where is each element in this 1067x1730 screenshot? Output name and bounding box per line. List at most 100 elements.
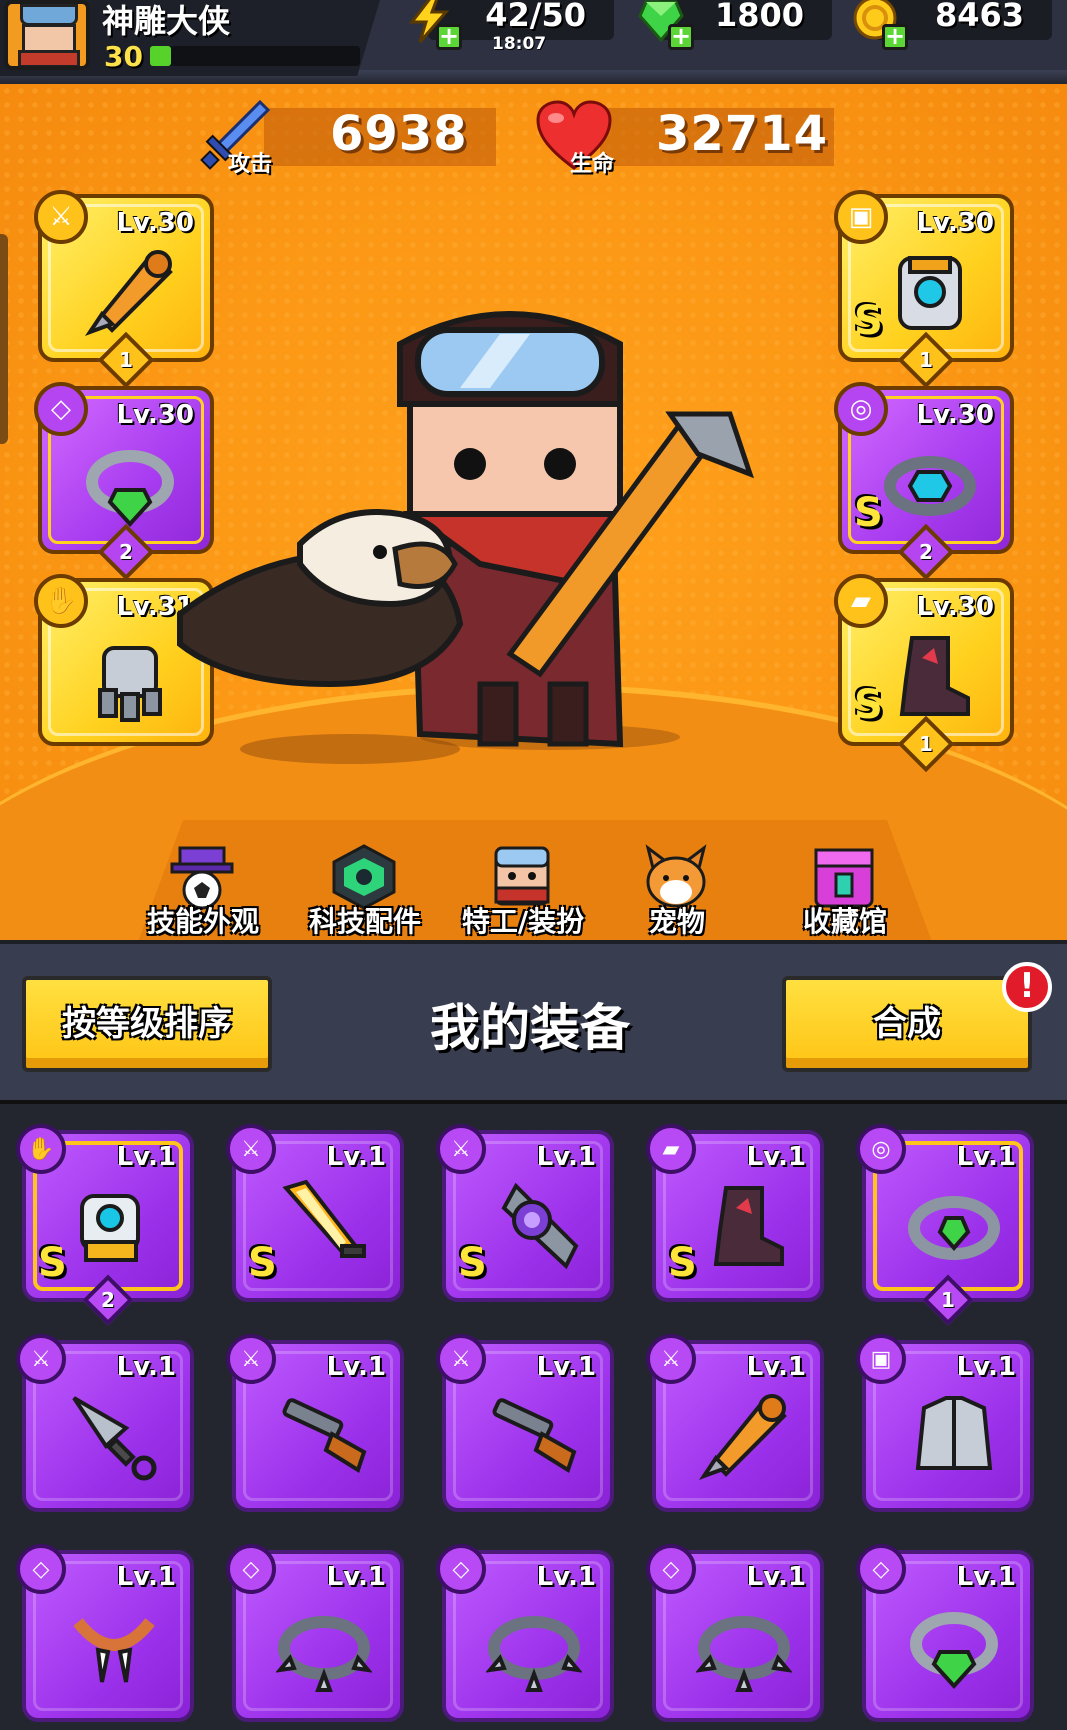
item-level: Lv.1 <box>746 1562 806 1592</box>
inventory-item[interactable]: ✋ Lv.1 S 2 <box>16 1124 194 1326</box>
item-art-spiked-collar <box>275 1598 373 1694</box>
item-level: Lv.1 <box>116 1142 176 1172</box>
weapon-icon: ⚔ <box>646 1334 696 1384</box>
inventory-item[interactable]: ◇ Lv.1 <box>856 1544 1034 1722</box>
player-avatar[interactable] <box>4 0 90 70</box>
player-level: 30 <box>104 40 143 73</box>
top-bar: 神雕大侠 30 + 42/50 18:07 + 1800 + 8463 <box>0 0 1067 84</box>
hero-tab-label: 科技配件 <box>308 905 421 938</box>
inventory-item[interactable]: ⚔ Lv.1 S <box>226 1124 404 1302</box>
item-art-shotgun <box>486 1388 582 1484</box>
attack-value: 6938 <box>330 106 468 162</box>
hero-tab-4[interactable]: 宠物 <box>602 844 752 940</box>
necklace-icon: ◇ <box>34 382 88 436</box>
item-count: 1 <box>941 1288 955 1312</box>
inventory-item[interactable]: ◎ Lv.1 1 <box>856 1124 1034 1326</box>
necklace-icon: ◇ <box>646 1544 696 1594</box>
hero-tab-label: 技能外观 <box>146 905 259 938</box>
health-label: 生命 <box>570 152 615 177</box>
weapon-icon: ⚔ <box>436 1124 486 1174</box>
necklace-icon: ◇ <box>436 1544 486 1594</box>
weapon-icon: ⚔ <box>34 190 88 244</box>
hero-tab-5[interactable]: 收藏馆 <box>770 844 920 940</box>
hero-tab-label: 收藏馆 <box>802 905 887 938</box>
merge-button[interactable]: 合成 <box>782 976 1032 1072</box>
item-level: Lv.30 <box>116 208 194 238</box>
inventory-item[interactable]: ⚔ Lv.1 <box>16 1334 194 1512</box>
hero-character[interactable] <box>150 304 910 764</box>
armor-icon: ▣ <box>856 1334 906 1384</box>
item-level: Lv.1 <box>326 1562 386 1592</box>
necklace-icon: ◇ <box>226 1544 276 1594</box>
energy-counter[interactable]: + 42/50 18:07 <box>408 0 614 54</box>
item-level: Lv.1 <box>326 1142 386 1172</box>
add-coins-button[interactable]: + <box>882 24 908 50</box>
item-art-flame-sword <box>276 1178 372 1274</box>
item-level: Lv.1 <box>536 1562 596 1592</box>
item-count: 1 <box>919 732 933 756</box>
weapon-icon: ⚔ <box>16 1334 66 1384</box>
item-art-green-gem-ring <box>906 1598 1002 1694</box>
item-art-spiked-boots <box>696 1178 792 1274</box>
item-art-drill-spear <box>696 1388 792 1484</box>
item-level: Lv.1 <box>116 1352 176 1382</box>
merge-alert-badge: ! <box>1002 962 1052 1012</box>
hero-tab-label: 宠物 <box>648 905 705 938</box>
item-level: Lv.1 <box>956 1352 1016 1382</box>
coins-value: 8463 <box>934 0 1024 34</box>
item-art-fang-necklace <box>66 1598 162 1694</box>
hero-tab-2[interactable]: 科技配件 <box>290 844 440 940</box>
item-level: Lv.1 <box>116 1562 176 1592</box>
item-art-orb-blade <box>486 1178 582 1274</box>
inventory-item[interactable]: ⚔ Lv.1 S <box>436 1124 614 1302</box>
xp-bar-fill <box>150 46 171 66</box>
energy-timer: 18:07 <box>492 34 547 54</box>
inventory-item[interactable]: ⚔ Lv.1 <box>646 1334 824 1512</box>
inventory-item[interactable]: ◇ Lv.1 <box>646 1544 824 1722</box>
item-count: 2 <box>919 540 933 564</box>
inventory-item[interactable]: ▣ Lv.1 <box>856 1334 1034 1512</box>
item-level: Lv.1 <box>326 1352 386 1382</box>
add-energy-button[interactable]: + <box>436 24 462 50</box>
item-level: Lv.30 <box>916 592 994 622</box>
attack-label: 攻击 <box>228 152 273 177</box>
boots-icon: ▰ <box>646 1124 696 1174</box>
item-rank: S <box>248 1240 277 1286</box>
equipment-title: 我的装备 <box>430 999 630 1057</box>
equipment-inventory-grid: ✋ Lv.1 S 2 ⚔ Lv.1 S ⚔ Lv.1 S ▰ Lv.1 S ◎ … <box>0 1100 1067 1730</box>
inventory-item[interactable]: ⚔ Lv.1 <box>226 1334 404 1512</box>
sort-by-level-button[interactable]: 按等级排序 <box>22 976 272 1072</box>
side-drawer-tab[interactable] <box>0 234 8 444</box>
item-art-kunai <box>66 1388 162 1484</box>
weapon-icon: ⚔ <box>436 1334 486 1384</box>
health-value: 32714 <box>656 106 828 162</box>
item-count: 2 <box>101 1288 115 1312</box>
player-profile[interactable]: 神雕大侠 30 <box>0 0 380 76</box>
energy-value: 42/50 <box>485 0 586 34</box>
weapon-icon: ⚔ <box>226 1124 276 1174</box>
glove-icon: ✋ <box>34 574 88 628</box>
hero-tab-3[interactable]: 特工/装扮 <box>448 844 598 940</box>
armor-icon: ▣ <box>834 190 888 244</box>
item-level: Lv.1 <box>536 1142 596 1172</box>
gems-counter[interactable]: + 1800 <box>638 0 832 50</box>
item-level: Lv.1 <box>956 1142 1016 1172</box>
weapon-icon: ⚔ <box>226 1334 276 1384</box>
inventory-item[interactable]: ▰ Lv.1 S <box>646 1124 824 1302</box>
coins-counter[interactable]: + 8463 <box>853 0 1052 50</box>
item-art-spiked-collar <box>695 1598 793 1694</box>
inventory-item[interactable]: ⚔ Lv.1 <box>436 1334 614 1512</box>
hero-tab-1[interactable]: 技能外观 <box>128 844 278 940</box>
item-art-steel-armor <box>906 1388 1002 1484</box>
item-art-spiked-collar <box>485 1598 583 1694</box>
item-count: 1 <box>119 348 133 372</box>
inventory-item[interactable]: ◇ Lv.1 <box>226 1544 404 1722</box>
item-level: Lv.1 <box>746 1352 806 1382</box>
inventory-item[interactable]: ◇ Lv.1 <box>16 1544 194 1722</box>
item-rank: S <box>38 1240 67 1286</box>
necklace-icon: ◇ <box>16 1544 66 1594</box>
item-level: Lv.30 <box>916 400 994 430</box>
add-gems-button[interactable]: + <box>668 24 694 50</box>
inventory-item[interactable]: ◇ Lv.1 <box>436 1544 614 1722</box>
item-level: Lv.30 <box>916 208 994 238</box>
